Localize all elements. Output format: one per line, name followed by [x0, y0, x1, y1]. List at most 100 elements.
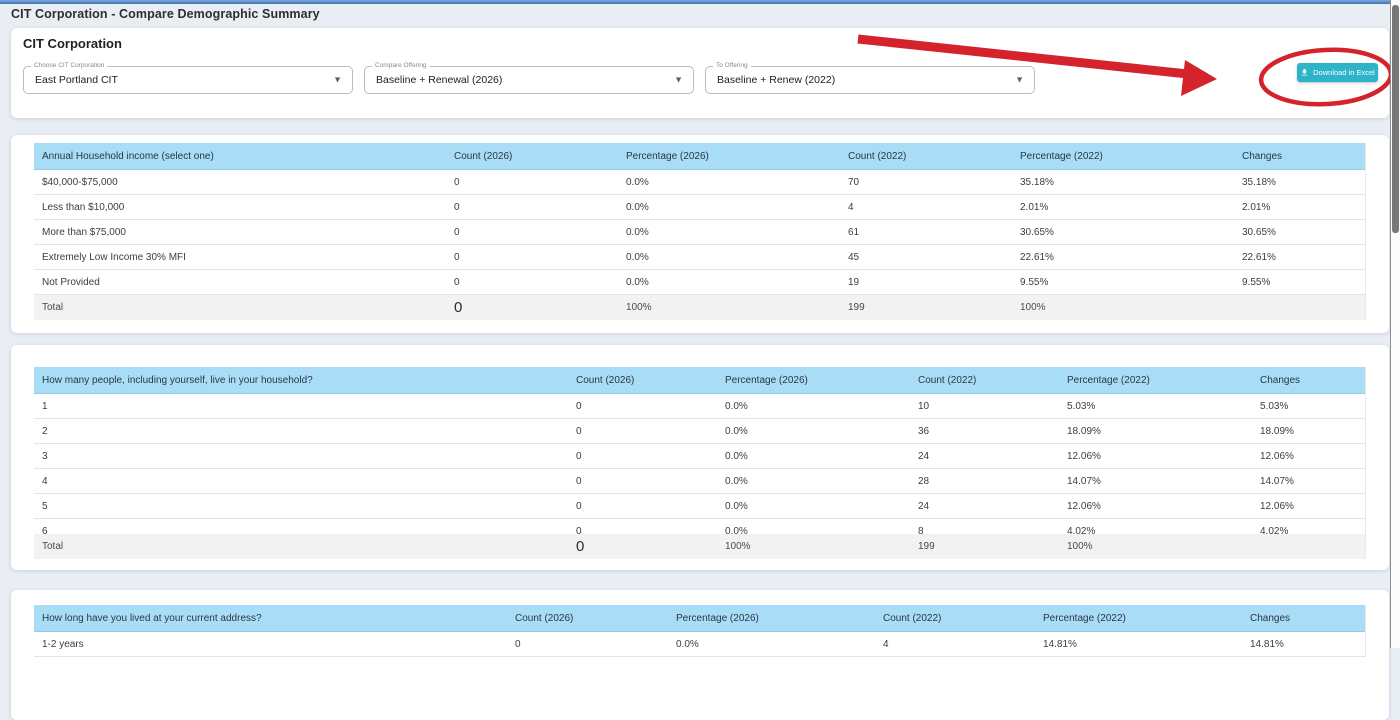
table-card-household-size: How many people, including yourself, liv… [11, 345, 1389, 570]
table-row: 500.0%2412.06%12.06% [34, 494, 1365, 519]
table-cell: 4 [840, 202, 1012, 213]
choose-cit-label: Choose CIT Corporation [31, 62, 107, 69]
table-cell: 61 [840, 227, 1012, 238]
demographic-table: How long have you lived at your current … [34, 605, 1366, 657]
table-cell: 45 [840, 252, 1012, 263]
chevron-down-icon: ▼ [674, 74, 683, 84]
table-card-household-income: Annual Household income (select one)Coun… [11, 135, 1389, 333]
table-cell: 9.55% [1234, 277, 1366, 288]
table-row: Less than $10,00000.0%42.01%2.01% [34, 195, 1365, 220]
table-header-row: How long have you lived at your current … [34, 605, 1365, 632]
table-row: 400.0%2814.07%14.07% [34, 469, 1365, 494]
table-cell: 30.65% [1234, 227, 1366, 238]
column-header: Percentage (2022) [1035, 613, 1242, 624]
to-offering-dropdown[interactable]: To Offering Baseline + Renew (2022) ▼ [705, 66, 1035, 94]
table-cell: 9.55% [1012, 277, 1234, 288]
column-header: Count (2022) [910, 375, 1059, 386]
table-cell: 12.06% [1252, 501, 1365, 512]
choose-cit-dropdown[interactable]: Choose CIT Corporation East Portland CIT… [23, 66, 353, 94]
table-question: How long have you lived at your current … [34, 613, 507, 624]
compare-offering-label: Compare Offering [372, 62, 430, 69]
table-cell: 0 [568, 526, 717, 535]
row-label: More than $75,000 [34, 227, 446, 238]
column-header: Percentage (2026) [717, 375, 910, 386]
to-offering-label: To Offering [713, 62, 751, 69]
table-cell: 0.0% [618, 277, 840, 288]
table-card-address-tenure: How long have you lived at your current … [11, 590, 1389, 720]
column-header: Count (2026) [446, 151, 618, 162]
table-cell: 0.0% [717, 526, 910, 535]
table-body: 1-2 years00.0%414.81%14.81% [34, 632, 1365, 657]
table-cell: 4.02% [1252, 526, 1365, 535]
table-row: 1-2 years00.0%414.81%14.81% [34, 632, 1365, 657]
row-label: 6 [34, 526, 568, 535]
table-cell: 0 [568, 538, 717, 555]
table-cell: 22.61% [1234, 252, 1366, 263]
table-cell: 10 [910, 401, 1059, 412]
table-row: 100.0%105.03%5.03% [34, 394, 1365, 419]
column-header: Changes [1234, 151, 1366, 162]
row-label: $40,000-$75,000 [34, 177, 446, 188]
table-cell: 5.03% [1059, 401, 1252, 412]
table-cell: 18.09% [1059, 426, 1252, 437]
table-cell: 24 [910, 501, 1059, 512]
table-row: 300.0%2412.06%12.06% [34, 444, 1365, 469]
table-cell: 0 [446, 227, 618, 238]
table-cell: 36 [910, 426, 1059, 437]
table-cell: 0 [568, 476, 717, 487]
table-cell: 0 [568, 501, 717, 512]
table-cell: 24 [910, 451, 1059, 462]
row-label: Less than $10,000 [34, 202, 446, 213]
top-loading-bar [0, 0, 1400, 4]
table-cell: 0 [446, 299, 618, 316]
column-header: Percentage (2022) [1012, 151, 1234, 162]
table-cell: 22.61% [1012, 252, 1234, 263]
table-cell: 35.18% [1234, 177, 1366, 188]
table-row: 600.0%84.02%4.02% [34, 519, 1365, 534]
table-cell: 0 [568, 426, 717, 437]
table-cell: 4.02% [1059, 526, 1252, 535]
download-button-label: Download in Excel [1313, 68, 1375, 77]
column-header: Count (2022) [875, 613, 1035, 624]
table-cell: 30.65% [1012, 227, 1234, 238]
row-label: 2 [34, 426, 568, 437]
scrollbar-thumb[interactable] [1392, 5, 1399, 233]
vertical-scrollbar[interactable] [1390, 0, 1400, 648]
table-body: $40,000-$75,00000.0%7035.18%35.18%Less t… [34, 170, 1365, 295]
row-label: Extremely Low Income 30% MFI [34, 252, 446, 263]
column-header: Count (2026) [568, 375, 717, 386]
column-header: Changes [1242, 613, 1366, 624]
table-cell: 2.01% [1234, 202, 1366, 213]
compare-offering-value: Baseline + Renewal (2026) [376, 74, 502, 86]
table-cell: 0 [446, 252, 618, 263]
chevron-down-icon: ▼ [1015, 74, 1024, 84]
table-total-row: Total0100%199100% [34, 295, 1365, 320]
table-total-row: Total0100%199100% [34, 534, 1365, 559]
table-question: How many people, including yourself, liv… [34, 375, 568, 386]
table-cell: 0 [446, 202, 618, 213]
table-question: Annual Household income (select one) [34, 151, 446, 162]
row-label: Not Provided [34, 277, 446, 288]
column-header: Percentage (2026) [668, 613, 875, 624]
table-header-row: Annual Household income (select one)Coun… [34, 143, 1365, 170]
table-body: 100.0%105.03%5.03%200.0%3618.09%18.09%30… [34, 394, 1365, 534]
chevron-down-icon: ▼ [333, 74, 342, 84]
row-label: 4 [34, 476, 568, 487]
table-cell: 0.0% [618, 177, 840, 188]
row-label: 1 [34, 401, 568, 412]
table-cell: 12.06% [1059, 451, 1252, 462]
filters-card: CIT Corporation Choose CIT Corporation E… [11, 28, 1389, 118]
table-cell: 8 [910, 526, 1059, 535]
to-offering-value: Baseline + Renew (2022) [717, 74, 835, 86]
table-row: Extremely Low Income 30% MFI00.0%4522.61… [34, 245, 1365, 270]
table-cell: 18.09% [1252, 426, 1365, 437]
table-cell: 100% [618, 302, 840, 313]
row-label: 5 [34, 501, 568, 512]
choose-cit-value: East Portland CIT [35, 74, 118, 86]
table-cell: 2.01% [1012, 202, 1234, 213]
compare-offering-dropdown[interactable]: Compare Offering Baseline + Renewal (202… [364, 66, 694, 94]
download-in-excel-button[interactable]: Download in Excel [1297, 63, 1378, 82]
column-header: Changes [1252, 375, 1366, 386]
table-cell: 0 [568, 401, 717, 412]
page-title: CIT Corporation - Compare Demographic Su… [11, 7, 320, 21]
